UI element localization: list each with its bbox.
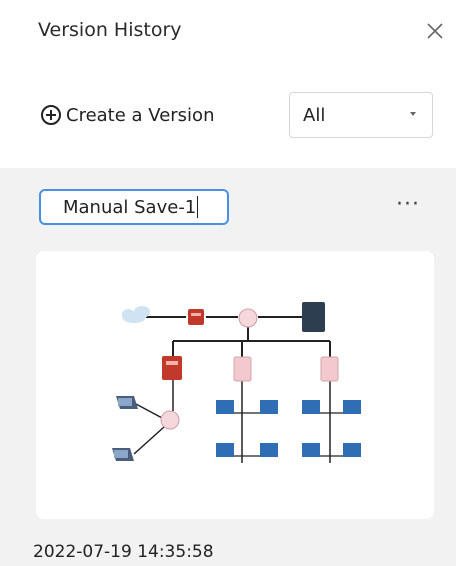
version-name-input[interactable]: Manual Save-1 xyxy=(39,189,229,225)
chevron-down-icon xyxy=(410,112,416,116)
panel-header: Version History xyxy=(0,0,456,70)
more-options-button[interactable]: ··· xyxy=(396,192,420,217)
panel-title: Version History xyxy=(38,19,182,41)
plus-circle-icon xyxy=(40,104,62,126)
version-filter-value: All xyxy=(303,105,326,126)
network-diagram-preview xyxy=(112,302,361,463)
version-filter-select[interactable]: All xyxy=(289,92,433,138)
create-version-button[interactable]: Create a Version xyxy=(40,100,214,130)
create-version-label: Create a Version xyxy=(66,104,215,126)
version-name-text: Manual Save-1 xyxy=(63,196,197,218)
toolbar: Create a Version All xyxy=(0,78,456,156)
version-thumbnail[interactable] xyxy=(36,251,434,519)
version-item: Manual Save-1 ··· 2022-07-19 14:35:58 xyxy=(0,168,456,566)
close-icon[interactable] xyxy=(423,20,445,42)
text-cursor xyxy=(197,196,199,218)
version-timestamp: 2022-07-19 14:35:58 xyxy=(33,542,214,562)
